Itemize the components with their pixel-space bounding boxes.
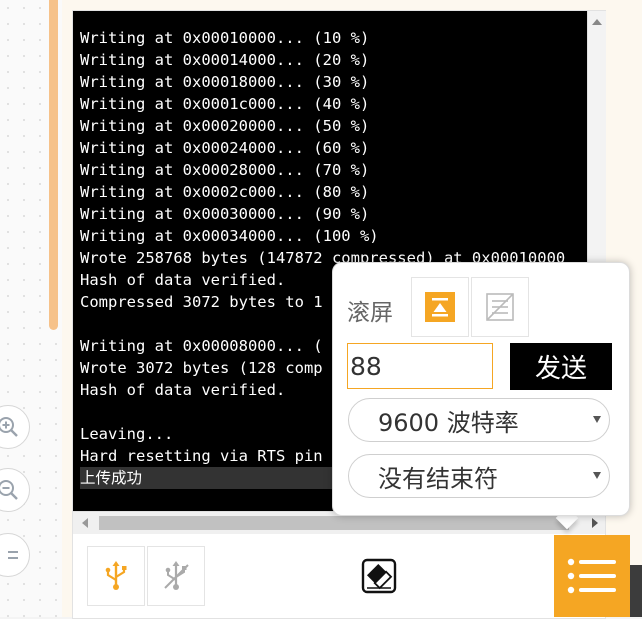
usb-disconnect-button[interactable] <box>147 546 205 606</box>
scroll-left-arrow-icon[interactable] <box>82 518 88 528</box>
console-line: Writing at 0x00018000... (30 %) <box>80 73 370 91</box>
zoom-in-icon <box>0 417 18 437</box>
zoom-out-icon <box>0 480 18 500</box>
usb-connect-button[interactable] <box>87 546 145 606</box>
baud-rate-select[interactable]: 9600 波特率 <box>348 398 610 442</box>
scroll-up-arrow-icon[interactable] <box>592 19 602 25</box>
auto-scroll-off-button[interactable] <box>471 277 529 337</box>
auto-scroll-on-button[interactable] <box>411 277 469 337</box>
clear-console-button[interactable] <box>361 558 397 594</box>
scroll-right-arrow-icon[interactable] <box>592 518 598 528</box>
horizontal-scroll-thumb[interactable] <box>99 516 569 530</box>
usb-off-icon <box>164 561 189 590</box>
console-line: Writing at 0x00030000... (90 %) <box>80 205 370 223</box>
console-line: Writing at 0x00020000... (50 %) <box>80 117 370 135</box>
console-line: Writing at 0x0002c000... (80 %) <box>80 183 370 201</box>
scroll-lock-icon <box>486 293 514 321</box>
console-line: Writing at 0x00014000... (20 %) <box>80 51 370 69</box>
usb-icon <box>105 561 127 590</box>
window-edge <box>630 565 642 617</box>
chevron-down-icon <box>593 472 601 479</box>
list-menu-icon <box>567 558 616 594</box>
console-line: Writing at 0x00034000... (100 %) <box>80 227 379 245</box>
send-data-input[interactable] <box>347 343 493 389</box>
serial-settings-popup: 滚屏 发送 9600 波特率 没有结束符 <box>332 262 630 516</box>
eraser-icon <box>361 558 397 594</box>
serial-toolbar <box>73 534 605 618</box>
console-line: Writing at 0x0001c000... (40 %) <box>80 95 370 113</box>
send-button[interactable]: 发送 <box>510 343 612 390</box>
scroll-to-top-icon <box>425 292 455 322</box>
baud-rate-value: 9600 波特率 <box>378 408 519 437</box>
serial-menu-button[interactable] <box>554 535 630 617</box>
console-line: Writing at 0x00024000... (60 %) <box>80 139 370 157</box>
console-line: Writing at 0x00028000... (70 %) <box>80 161 370 179</box>
auto-scroll-label: 滚屏 <box>347 300 393 326</box>
workspace-scrollbar[interactable] <box>49 0 58 330</box>
line-ending-value: 没有结束符 <box>378 464 498 493</box>
equals-icon <box>8 551 18 559</box>
line-ending-select[interactable]: 没有结束符 <box>348 454 610 498</box>
console-line: Writing at 0x00010000... (10 %) <box>80 29 370 47</box>
chevron-down-icon <box>593 416 601 423</box>
